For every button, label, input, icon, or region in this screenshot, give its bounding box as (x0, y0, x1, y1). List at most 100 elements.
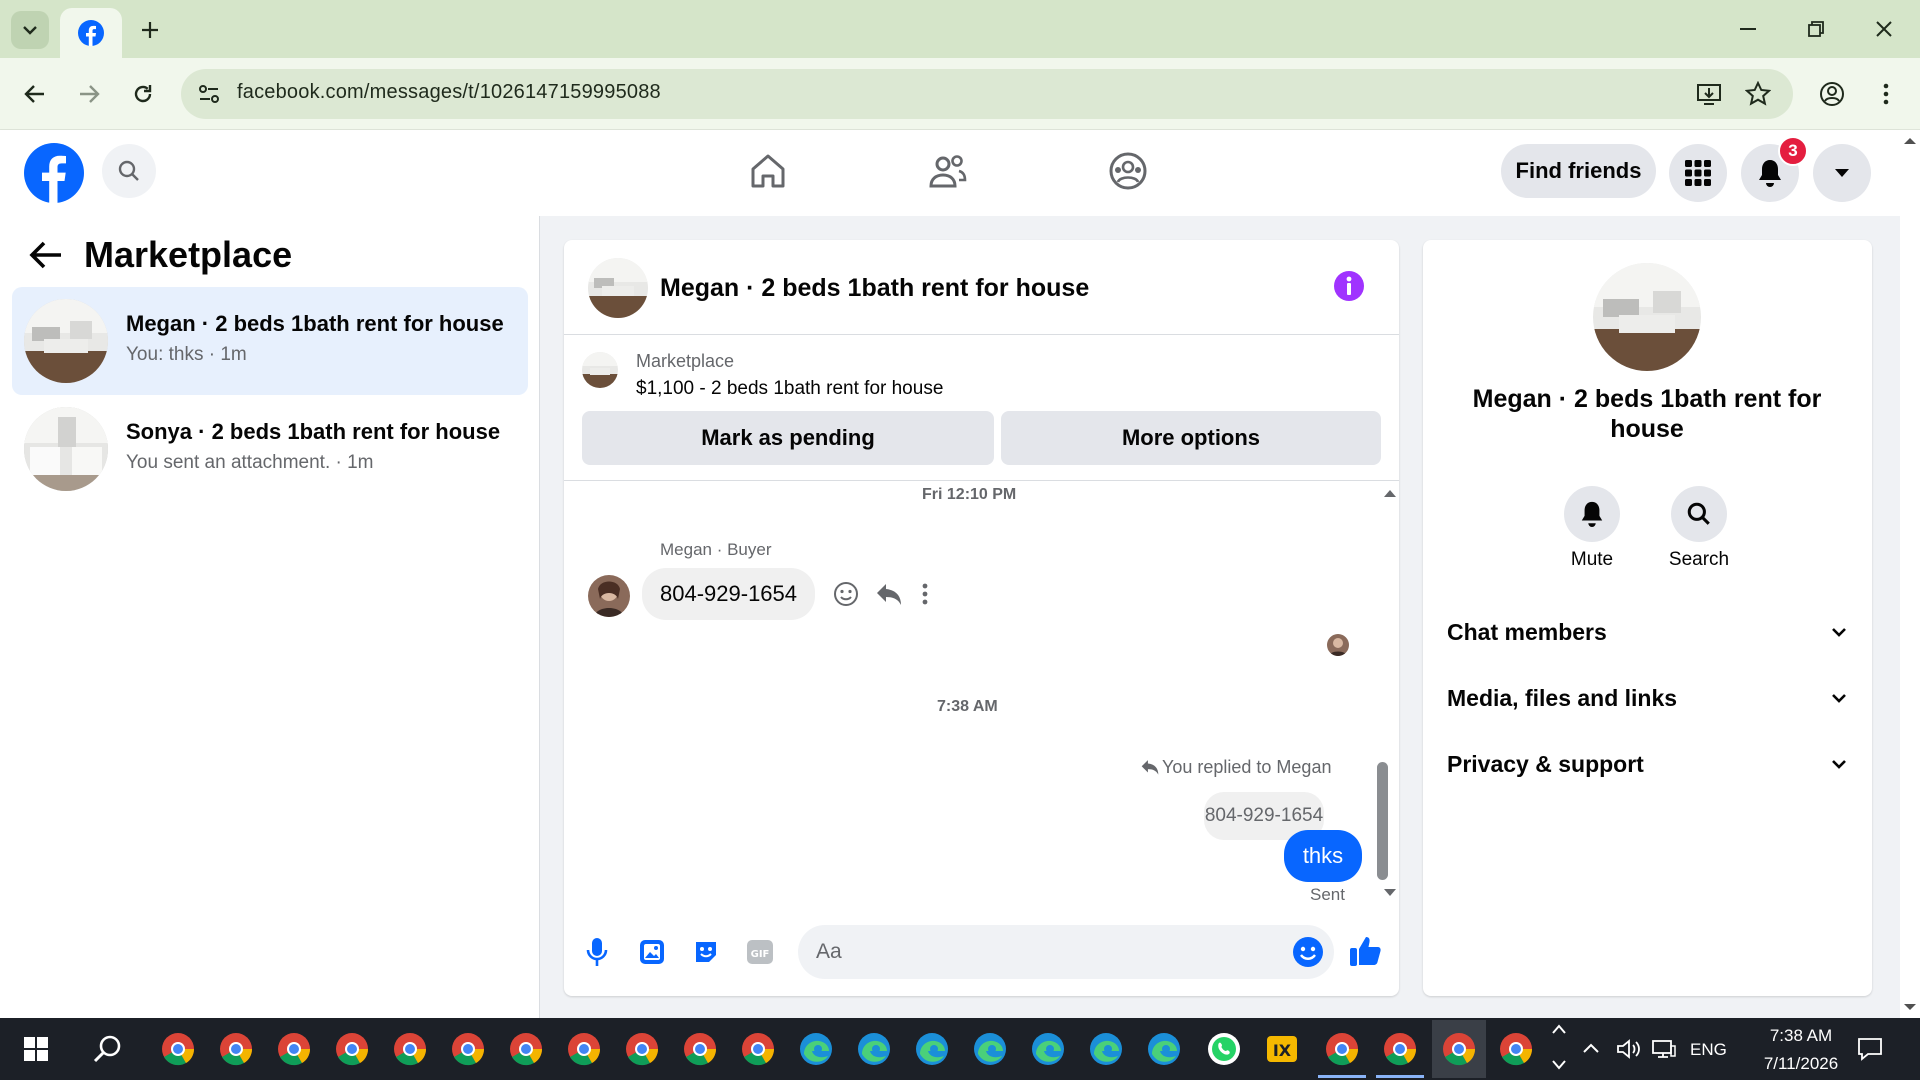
browser-tab-facebook[interactable] (60, 8, 122, 58)
url-text[interactable]: facebook.com/messages/t/1026147159995088 (237, 81, 661, 104)
reload-button[interactable] (125, 76, 161, 112)
tab-search-dropdown[interactable] (11, 11, 49, 49)
scroll-down-arrow-icon[interactable] (1383, 888, 1397, 902)
listing-title[interactable]: $1,100 - 2 beds 1bath rent for house (636, 378, 943, 400)
search-conversation-button[interactable] (1671, 486, 1727, 542)
scroll-up-arrow-icon[interactable] (1383, 488, 1397, 502)
section-chat-members[interactable]: Chat members (1447, 612, 1847, 652)
message-scrollbar-thumb[interactable] (1377, 762, 1388, 880)
edge-icon[interactable] (966, 1026, 1014, 1072)
listing-label: Marketplace (636, 351, 735, 371)
reply-icon[interactable] (875, 581, 903, 607)
microphone-icon[interactable] (584, 936, 610, 968)
edge-icon[interactable] (1082, 1026, 1130, 1072)
chrome-icon[interactable] (734, 1026, 782, 1072)
chat-title[interactable]: Megan · 2 beds 1bath rent for house (660, 274, 1089, 303)
divider (564, 480, 1399, 481)
conversation-name: Sonya · 2 beds 1bath rent for house (126, 419, 501, 444)
chrome-icon[interactable] (1376, 1026, 1424, 1072)
bookmark-star-icon[interactable] (1742, 78, 1774, 110)
page-scrollbar[interactable] (1900, 130, 1920, 1018)
plus-icon (142, 22, 158, 38)
more-actions-icon[interactable] (921, 582, 929, 606)
section-privacy-support[interactable]: Privacy & support (1447, 744, 1847, 784)
browser-menu-icon[interactable] (1870, 78, 1902, 110)
notification-center-icon[interactable] (1856, 1036, 1884, 1062)
menu-grid-button[interactable] (1669, 144, 1727, 202)
chrome-icon[interactable] (212, 1026, 260, 1072)
sticker-icon[interactable] (692, 938, 720, 966)
edge-icon[interactable] (908, 1026, 956, 1072)
edge-icon[interactable] (792, 1026, 840, 1072)
restore-icon (1808, 21, 1824, 37)
edge-icon[interactable] (1024, 1026, 1072, 1072)
outgoing-message-bubble[interactable]: thks (1284, 830, 1362, 882)
ix-app-icon[interactable]: IX (1258, 1026, 1306, 1072)
windows-start-icon[interactable] (12, 1026, 60, 1072)
facebook-search-button[interactable] (102, 144, 156, 198)
chevron-down-icon (1832, 760, 1846, 769)
conversation-item[interactable]: Sonya · 2 beds 1bath rent for house You … (12, 395, 528, 503)
taskbar-scroll-down-icon[interactable] (1552, 1060, 1566, 1070)
taskbar-scroll-up-icon[interactable] (1552, 1024, 1566, 1034)
show-hidden-icons-chevron-icon[interactable] (1582, 1042, 1600, 1054)
incoming-message-bubble[interactable]: 804-929-1654 (642, 568, 816, 620)
mute-button[interactable] (1564, 486, 1620, 542)
listing-thumbnail[interactable] (582, 352, 618, 388)
emoji-icon[interactable] (1292, 936, 1324, 968)
nav-groups[interactable] (1098, 145, 1158, 197)
conversation-item[interactable]: Megan · 2 beds 1bath rent for house You:… (12, 287, 528, 395)
account-menu-button[interactable] (1813, 144, 1871, 202)
chrome-icon[interactable] (1318, 1026, 1366, 1072)
chrome-icon[interactable] (676, 1026, 724, 1072)
facebook-logo-icon[interactable] (24, 143, 84, 203)
clock-date[interactable]: 7/11/2026 (1742, 1054, 1860, 1074)
minimize-button[interactable] (1720, 8, 1776, 50)
more-options-button[interactable]: More options (1001, 411, 1381, 465)
facebook-favicon-icon (78, 20, 104, 46)
back-button[interactable] (17, 76, 53, 112)
volume-icon[interactable] (1616, 1038, 1642, 1060)
chrome-icon[interactable] (386, 1026, 434, 1072)
chrome-icon[interactable] (270, 1026, 318, 1072)
chrome-icon[interactable] (1435, 1026, 1483, 1072)
network-icon[interactable] (1651, 1038, 1677, 1060)
info-icon[interactable] (1333, 270, 1365, 302)
photo-icon[interactable] (638, 938, 666, 966)
nav-home[interactable] (738, 145, 798, 197)
edge-icon[interactable] (1140, 1026, 1188, 1072)
info-avatar[interactable] (1593, 263, 1701, 371)
chrome-icon[interactable] (328, 1026, 376, 1072)
chrome-icon[interactable] (618, 1026, 666, 1072)
close-window-button[interactable] (1856, 8, 1912, 50)
find-friends-button[interactable]: Find friends (1501, 144, 1656, 198)
section-media-files-links[interactable]: Media, files and links (1447, 678, 1847, 718)
edge-icon[interactable] (850, 1026, 898, 1072)
language-indicator[interactable]: ENG (1690, 1040, 1727, 1060)
gif-icon[interactable]: GIF (746, 939, 774, 965)
site-info-icon[interactable] (193, 78, 225, 110)
new-tab-button[interactable] (134, 14, 166, 46)
mark-as-pending-button[interactable]: Mark as pending (582, 411, 994, 465)
forward-button[interactable] (71, 76, 107, 112)
install-app-icon[interactable] (1693, 78, 1725, 110)
nav-friends[interactable] (918, 145, 978, 197)
chat-avatar[interactable] (588, 258, 648, 318)
back-arrow-icon[interactable] (28, 240, 64, 270)
chrome-icon[interactable] (560, 1026, 608, 1072)
profile-icon[interactable] (1816, 78, 1848, 110)
restore-button[interactable] (1788, 8, 1844, 50)
react-emoji-icon[interactable] (832, 580, 860, 608)
message-input[interactable]: Aa (798, 925, 1334, 979)
chrome-icon[interactable] (502, 1026, 550, 1072)
taskbar-search-icon[interactable] (84, 1026, 132, 1072)
grid-icon (1685, 160, 1711, 186)
clock-time[interactable]: 7:38 AM (1752, 1026, 1850, 1046)
whatsapp-icon[interactable] (1200, 1026, 1248, 1072)
chrome-icon[interactable] (154, 1026, 202, 1072)
chrome-icon[interactable] (1492, 1026, 1540, 1072)
taskbar-running-indicator (1318, 1075, 1366, 1078)
like-thumb-icon[interactable] (1348, 934, 1382, 968)
sender-avatar[interactable] (588, 575, 630, 617)
chrome-icon[interactable] (444, 1026, 492, 1072)
